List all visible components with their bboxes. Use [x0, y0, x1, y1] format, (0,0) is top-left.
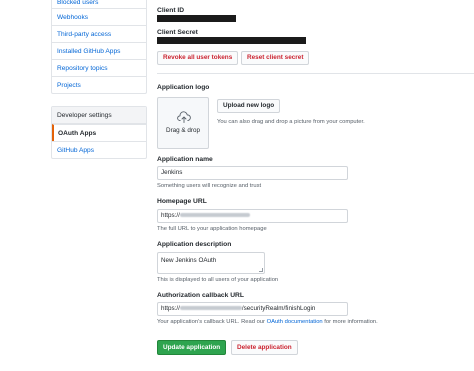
sidebar-item-repository-topics[interactable]: Repository topics	[52, 59, 146, 76]
developer-settings-header: Developer settings	[52, 107, 146, 124]
client-id-label: Client ID	[157, 7, 185, 14]
client-secret-label: Client Secret	[157, 29, 198, 36]
client-secret-value-redacted	[157, 37, 306, 44]
logo-dropzone[interactable]: Drag & drop	[157, 97, 209, 149]
revoke-all-user-tokens-button[interactable]: Revoke all user tokens	[157, 51, 239, 65]
homepage-url-note: The full URL to your application homepag…	[157, 226, 267, 232]
sidebar-item-projects[interactable]: Projects	[52, 76, 146, 93]
callback-url-redacted	[179, 306, 242, 311]
textarea-resize-handle[interactable]	[259, 268, 263, 272]
application-name-label: Application name	[157, 156, 213, 163]
sidebar-item-webhooks[interactable]: Webhooks	[52, 8, 146, 25]
sidebar-item-third-party-access[interactable]: Third-party access	[52, 25, 146, 42]
application-description-value: New Jenkins OAuth	[161, 257, 217, 264]
homepage-url-redacted	[179, 213, 250, 218]
delete-application-button[interactable]: Delete application	[231, 340, 298, 355]
update-application-button[interactable]: Update application	[157, 340, 227, 355]
application-description-note: This is displayed to all users of your a…	[157, 277, 279, 283]
logo-hint-text: You can also drag and drop a picture fro…	[217, 119, 365, 125]
callback-url-suffix: /securityRealm/finishLogin	[241, 305, 316, 312]
homepage-url-prefix: https://	[161, 212, 180, 219]
sidebar-item-oauth-apps[interactable]: OAuth Apps	[52, 124, 146, 141]
settings-sidebar: Blocked users Webhooks Third-party acces…	[51, 0, 147, 159]
callback-note-after: for more information.	[324, 319, 378, 325]
homepage-url-label: Homepage URL	[157, 198, 207, 205]
personal-settings-menu: Blocked users Webhooks Third-party acces…	[51, 0, 147, 94]
callback-url-label: Authorization callback URL	[157, 292, 244, 299]
callback-url-note: Your application’s callback URL. Read ou…	[157, 319, 378, 325]
sidebar-item-blocked-users[interactable]: Blocked users	[52, 0, 146, 8]
cloud-upload-icon	[177, 111, 191, 123]
application-description-label: Application description	[157, 241, 232, 248]
application-name-input[interactable]: Jenkins	[157, 166, 348, 180]
dropzone-text: Drag & drop	[166, 127, 200, 134]
sidebar-item-installed-github-apps[interactable]: Installed GitHub Apps	[52, 42, 146, 59]
homepage-url-input[interactable]: https://	[157, 209, 348, 223]
callback-note-before: Your application’s callback URL. Read ou…	[157, 319, 265, 325]
application-description-textarea[interactable]: New Jenkins OAuth	[157, 252, 265, 274]
reset-client-secret-button[interactable]: Reset client secret	[241, 51, 310, 65]
application-logo-label: Application logo	[157, 84, 210, 91]
developer-settings-menu: Developer settings OAuth Apps GitHub App…	[51, 106, 147, 159]
application-name-note: Something users will recognize and trust	[157, 183, 262, 189]
client-id-value-redacted	[157, 15, 236, 22]
callback-url-input[interactable]: https:// /securityRealm/finishLogin	[157, 302, 348, 316]
sidebar-item-github-apps[interactable]: GitHub Apps	[52, 141, 146, 158]
callback-url-prefix: https://	[161, 305, 180, 312]
section-divider	[157, 73, 474, 74]
upload-new-logo-button[interactable]: Upload new logo	[217, 99, 281, 113]
oauth-documentation-link[interactable]: OAuth documentation	[267, 319, 323, 325]
